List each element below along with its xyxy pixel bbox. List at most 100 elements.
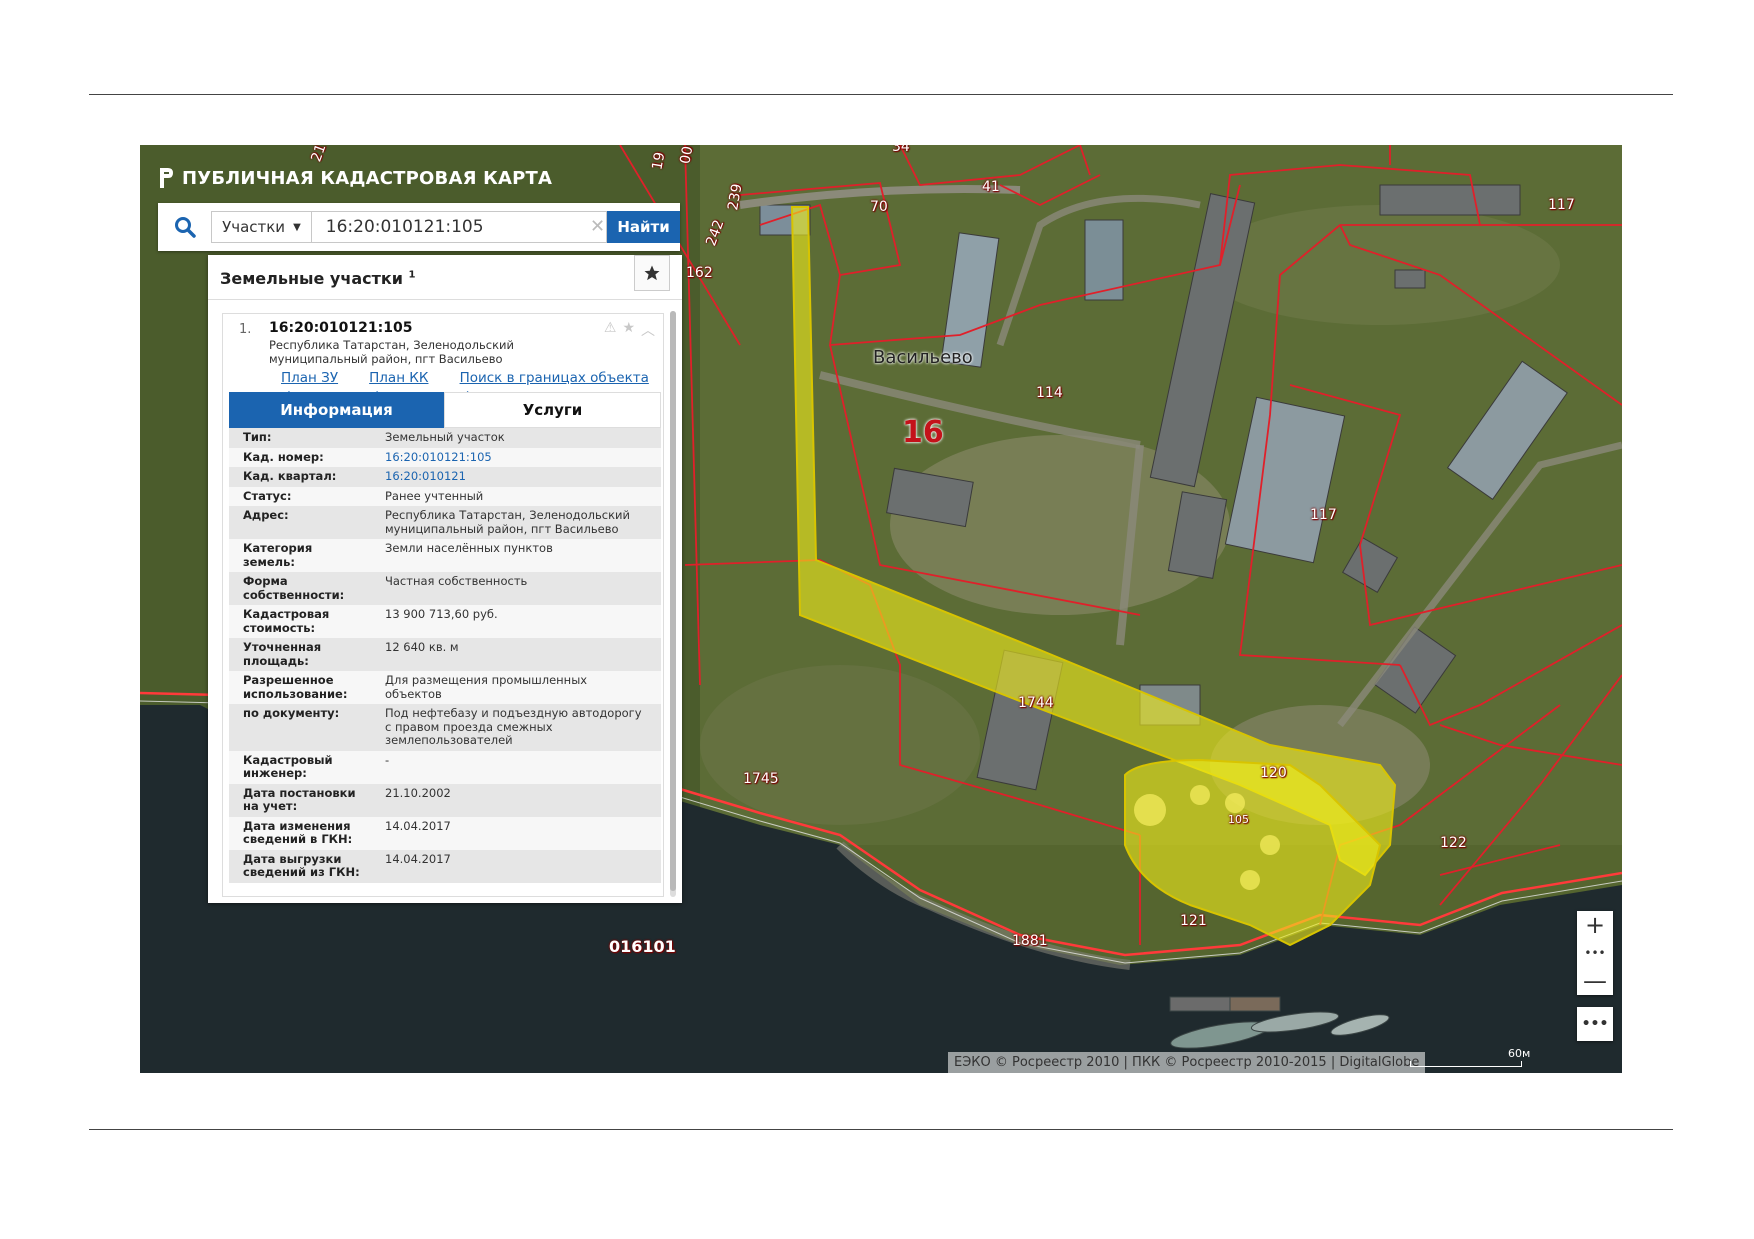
info-row: Кад. номер: 16:20:010121:105 — [229, 447, 661, 468]
result-card[interactable]: 1. 16:20:010121:105 Республика Татарстан… — [222, 313, 664, 897]
info-value[interactable]: 16:20:010121 — [371, 467, 661, 487]
info-value: Республика Татарстан, Зеленодольский мун… — [385, 508, 630, 536]
more-button[interactable]: ••• — [1577, 1007, 1613, 1041]
clear-icon[interactable]: ✕ — [590, 216, 605, 237]
info-value: Ранее учтенный — [385, 488, 484, 503]
place-label: Васильево — [873, 347, 973, 368]
info-row: Статус: Ранее учтенный — [229, 486, 661, 506]
search-icon[interactable] — [158, 203, 211, 251]
info-row: Форма собственности: Частная собственност… — [229, 572, 661, 605]
info-table: Тип: Земельный участок Кад. номер: 16:20:01… — [229, 428, 661, 883]
search-input[interactable] — [311, 211, 608, 243]
parcel-label: 1745 — [743, 771, 779, 787]
info-key: Дата изменения сведений в ГКН: — [243, 818, 353, 846]
district-label: 16 — [902, 415, 944, 450]
search-bar: Участки ▼ ✕ Найти — [158, 203, 680, 251]
parcel-label: 117 — [1548, 197, 1575, 213]
info-value: 21.10.2002 — [385, 785, 451, 800]
info-value: Частная собственность — [385, 574, 528, 588]
parcel-label: 34 — [892, 145, 910, 155]
chevron-up-icon[interactable]: ︿ — [641, 320, 655, 340]
info-row: Дата выгрузки сведений из ГКН: 14.04.2017 — [229, 849, 661, 883]
parcel-label: 114 — [1036, 385, 1063, 401]
app-brand: ПУБЛИЧНАЯ КАДАСТРОВАЯ КАРТА — [158, 167, 552, 189]
info-key: Кадастровая стоимость: — [243, 607, 330, 635]
parcel-label: 00 — [677, 145, 697, 166]
zoom-in-button[interactable]: + — [1585, 911, 1605, 939]
parcel-label: 105 — [1228, 813, 1249, 826]
scale-bar — [1410, 1061, 1522, 1067]
info-value: - — [385, 752, 390, 767]
parcel-label: 120 — [1260, 765, 1287, 781]
bottom-rule — [89, 1129, 1673, 1130]
result-count: 1 — [408, 269, 416, 281]
info-row: Категория земель: Земли населённых пункто… — [229, 539, 661, 572]
tab-information[interactable]: Информация — [229, 392, 444, 428]
info-key: Уточненная площадь: — [243, 640, 322, 668]
panel-title-text: Земельные участки — [220, 269, 403, 288]
map-screenshot[interactable]: 21 19 00 34 239 242 162 70 41 117 114 11… — [140, 145, 1622, 1073]
info-value: Земельный участок — [385, 430, 505, 444]
search-type-label: Участки — [222, 218, 286, 236]
info-key: Адрес: — [243, 508, 289, 522]
info-value: Земли населённых пунктов — [385, 541, 553, 555]
result-cad-number[interactable]: 16:20:010121:105 — [269, 320, 412, 336]
info-key: Кадастровый инженер: — [243, 752, 333, 780]
info-key: по документу: — [243, 706, 340, 720]
star-icon[interactable]: ★ — [622, 320, 635, 340]
result-index: 1. — [239, 322, 252, 337]
find-button[interactable]: Найти — [607, 211, 680, 243]
info-value[interactable]: 16:20:010121:105 — [371, 448, 661, 468]
parcel-label: 1881 — [1012, 933, 1048, 949]
info-key: Дата постановки на учет: — [243, 785, 356, 813]
panel-divider — [208, 299, 682, 300]
pkk-logo-icon — [160, 168, 173, 188]
info-row: Кадастровая стоимость: 13 900 713,60 руб. — [229, 605, 661, 638]
search-type-select[interactable]: Участки ▼ — [211, 211, 312, 243]
info-key: Форма собственности: — [243, 574, 345, 602]
info-value: Для размещения промышленных объектов — [385, 673, 588, 701]
info-row: Уточненная площадь: 12 640 кв. м — [229, 638, 661, 671]
parcel-label: 121 — [1180, 913, 1207, 929]
info-key: Тип: — [243, 430, 272, 444]
parcel-label: 117 — [1310, 507, 1337, 523]
info-key: Статус: — [243, 488, 292, 503]
info-key: Кад. квартал: — [243, 469, 337, 483]
info-value: 13 900 713,60 руб. — [385, 607, 498, 621]
parcel-label: 122 — [1440, 835, 1467, 851]
result-address: Республика Татарстан, Зеленодольский мун… — [269, 338, 514, 366]
scale-label: 60м — [1508, 1047, 1531, 1060]
info-row: Кадастровый инженер: - — [229, 750, 661, 784]
panel-scrollbar-thumb[interactable] — [670, 311, 676, 891]
zoom-out-button[interactable]: — — [1583, 967, 1607, 995]
parcel-label: 162 — [686, 265, 713, 281]
favorite-button[interactable] — [634, 255, 670, 291]
info-row: Адрес: Республика Татарстан, Зеленодольск… — [229, 506, 661, 539]
info-key: Разрешенное использование: — [243, 673, 348, 701]
results-panel: Земельные участки 1 1. 16:20:010121:105 … — [208, 255, 682, 903]
top-rule — [89, 94, 1673, 95]
info-value: 14.04.2017 — [385, 851, 451, 866]
info-key: Категория земель: — [243, 541, 313, 569]
parcel-label: 1744 — [1018, 695, 1054, 711]
info-row: Дата постановки на учет: 21.10.2002 — [229, 783, 661, 817]
parcel-label: 70 — [870, 199, 888, 215]
info-row: по документу: Под нефтебазу и подъездную … — [229, 704, 661, 751]
zoom-control: + ••• — — [1577, 911, 1613, 995]
app-title: ПУБЛИЧНАЯ КАДАСТРОВАЯ КАРТА — [182, 167, 553, 189]
info-tabs: Информация Услуги — [229, 392, 661, 428]
zoom-dots-icon: ••• — [1584, 946, 1606, 960]
parcel-label: 41 — [982, 179, 1000, 195]
parcel-label: 19 — [649, 150, 669, 172]
result-tools: ⚠ ★ ︿ — [604, 320, 655, 340]
info-value: Под нефтебазу и подъездную автодорогу с … — [385, 706, 642, 747]
info-key: Кад. номер: — [243, 449, 324, 464]
info-value: 12 640 кв. м — [385, 640, 459, 654]
map-attribution: ЕЭКО © Росреестр 2010 | ПКК © Росреестр … — [948, 1052, 1426, 1073]
info-row: Дата изменения сведений в ГКН: 14.04.2017 — [229, 816, 661, 850]
info-key: Дата выгрузки сведений из ГКН: — [243, 851, 360, 879]
tab-services[interactable]: Услуги — [444, 392, 661, 428]
panel-title: Земельные участки 1 — [220, 269, 416, 288]
warning-icon[interactable]: ⚠ — [604, 320, 617, 340]
info-row: Разрешенное использование: Для размещения… — [229, 671, 661, 704]
